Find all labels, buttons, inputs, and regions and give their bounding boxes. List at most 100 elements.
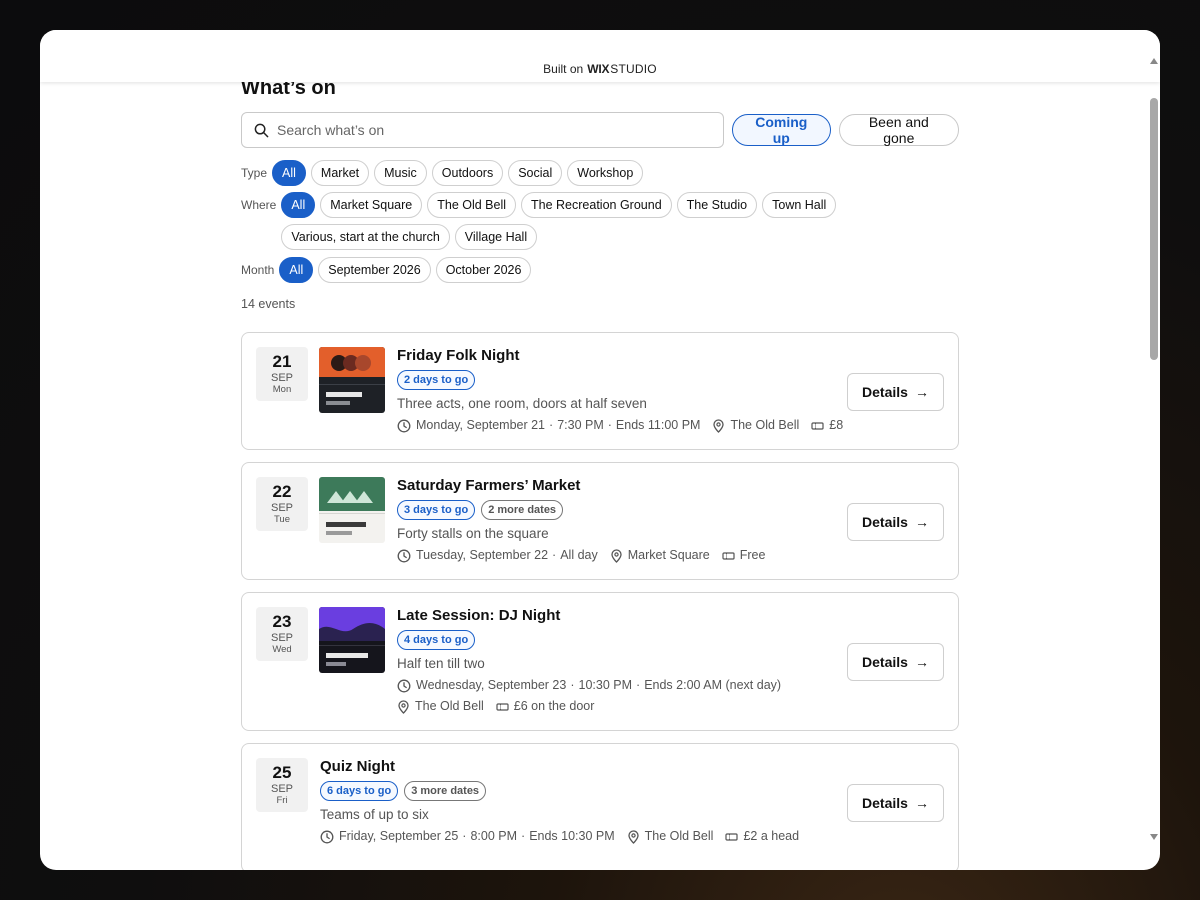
arrow-right-icon: → [914, 384, 929, 400]
where-chip-various-church[interactable]: Various, start at the church [281, 224, 450, 250]
event-meta: Monday, September 21 · 7:30 PM · Ends 11… [397, 418, 944, 433]
more-dates-badge[interactable]: 3 more dates [404, 781, 487, 801]
where-chip-recreation-ground[interactable]: The Recreation Ground [521, 192, 672, 218]
type-filter-label: Type [241, 166, 268, 180]
type-chip-music[interactable]: Music [374, 160, 427, 186]
meta-separator: · [521, 829, 526, 843]
event-meta-line-2: The Old Bell £6 on the door [397, 699, 944, 714]
event-time-text: 10:30 PM [578, 678, 633, 692]
where-chip-the-studio[interactable]: The Studio [676, 192, 758, 218]
month-filter-label: Month [241, 263, 275, 277]
event-title[interactable]: Friday Folk Night [397, 347, 944, 365]
more-dates-badge[interactable]: 2 more dates [481, 500, 564, 520]
event-date-badge: 21 SEP Mon [256, 347, 308, 401]
search-icon [254, 123, 269, 137]
ticket-icon [725, 832, 739, 841]
event-date-badge: 23 SEP Wed [256, 607, 308, 661]
type-chip-all[interactable]: All [272, 160, 306, 186]
meta-separator: · [636, 678, 641, 692]
event-day: 22 [272, 482, 292, 501]
arrow-right-icon: → [914, 654, 929, 670]
event-price: £8 [829, 418, 844, 432]
details-label: Details [862, 514, 908, 530]
event-thumbnail[interactable] [319, 607, 385, 673]
event-price: £2 a head [743, 829, 800, 843]
event-venue: Market Square [627, 548, 710, 562]
where-chip-village-hall[interactable]: Village Hall [454, 224, 538, 250]
event-month: SEP [270, 632, 293, 644]
days-to-go-badge: 3 days to go [397, 500, 476, 520]
event-end-text: Ends 11:00 PM [615, 418, 701, 432]
event-day: 21 [272, 352, 292, 371]
where-chip-the-old-bell[interactable]: The Old Bell [427, 192, 517, 218]
clock-icon [320, 830, 334, 843]
clock-icon [397, 679, 411, 692]
event-thumbnail[interactable] [319, 477, 385, 543]
meta-separator: · [607, 418, 612, 432]
type-chip-social[interactable]: Social [508, 160, 563, 186]
event-title[interactable]: Quiz Night [320, 758, 944, 776]
where-chip-market-square[interactable]: Market Square [320, 192, 423, 218]
event-venue: The Old Bell [644, 829, 714, 843]
event-weekday: Wed [272, 644, 292, 655]
search-input[interactable] [277, 122, 697, 138]
event-thumbnail[interactable] [319, 347, 385, 413]
type-filter-row: Type All Market Music Outdoors Social Wo… [241, 160, 959, 186]
wix-logo-suffix: STUDIO [610, 62, 657, 76]
built-on-text: Built on [543, 62, 584, 76]
scrollbar-thumb[interactable] [1150, 98, 1158, 360]
details-button[interactable]: Details → [847, 784, 944, 822]
wix-logo: WIX [587, 62, 610, 76]
event-meta: Friday, September 25 · 8:00 PM · Ends 10… [320, 829, 944, 844]
event-time-text: 8:00 PM [470, 829, 518, 843]
month-chip-october-2026[interactable]: October 2026 [435, 257, 532, 283]
days-to-go-badge: 6 days to go [320, 781, 399, 801]
search-box[interactable] [241, 112, 724, 148]
clock-icon [397, 419, 411, 432]
event-end-text: Ends 10:30 PM [529, 829, 615, 843]
event-title[interactable]: Saturday Farmers’ Market [397, 477, 944, 495]
coming-up-button[interactable]: Coming up [731, 114, 831, 146]
type-chip-workshop[interactable]: Workshop [567, 160, 644, 186]
type-chip-outdoors[interactable]: Outdoors [431, 160, 504, 186]
meta-separator: · [462, 829, 467, 843]
event-day: 25 [272, 763, 292, 782]
event-venue: The Old Bell [730, 418, 800, 432]
details-button[interactable]: Details → [847, 643, 944, 681]
event-date-text: Monday, September 21 [416, 418, 546, 432]
event-month: SEP [270, 502, 293, 514]
details-label: Details [862, 795, 908, 811]
location-pin-icon [628, 829, 639, 844]
ticket-icon [496, 702, 509, 711]
details-button[interactable]: Details → [847, 503, 944, 541]
ticket-icon [722, 551, 735, 560]
event-title[interactable]: Late Session: DJ Night [397, 607, 944, 625]
type-chip-market[interactable]: Market [310, 160, 370, 186]
where-chip-town-hall[interactable]: Town Hall [762, 192, 837, 218]
event-price: £6 on the door [513, 699, 595, 713]
search-row: Coming up Been and gone [241, 112, 959, 148]
event-venue: The Old Bell [415, 699, 484, 713]
scroll-down-arrow-icon[interactable] [1150, 834, 1158, 840]
event-weekday: Tue [273, 514, 291, 525]
where-filter-label: Where [241, 198, 277, 212]
event-weekday: Fri [276, 795, 288, 806]
month-chip-all[interactable]: All [279, 257, 314, 283]
where-chip-all[interactable]: All [281, 192, 316, 218]
where-chips: All Market Square The Old Bell The Recre… [276, 192, 876, 250]
arrow-right-icon: → [914, 514, 929, 530]
event-day: 23 [272, 612, 292, 631]
ticket-icon [811, 421, 824, 430]
meta-separator: · [552, 548, 557, 562]
month-chip-september-2026[interactable]: September 2026 [318, 257, 431, 283]
scroll-up-arrow-icon[interactable] [1150, 58, 1158, 64]
days-to-go-badge: 4 days to go [397, 630, 476, 650]
details-button[interactable]: Details → [847, 373, 944, 411]
event-month: SEP [270, 372, 293, 384]
event-meta: Tuesday, September 22 · All day Market S… [397, 548, 944, 563]
wix-built-on-bar[interactable]: Built on WIX STUDIO [40, 30, 1160, 82]
event-price: Free [739, 548, 766, 562]
event-date-badge: 22 SEP Tue [256, 477, 308, 531]
month-filter-row: Month All September 2026 October 2026 [241, 257, 959, 283]
been-and-gone-button[interactable]: Been and gone [838, 114, 959, 146]
